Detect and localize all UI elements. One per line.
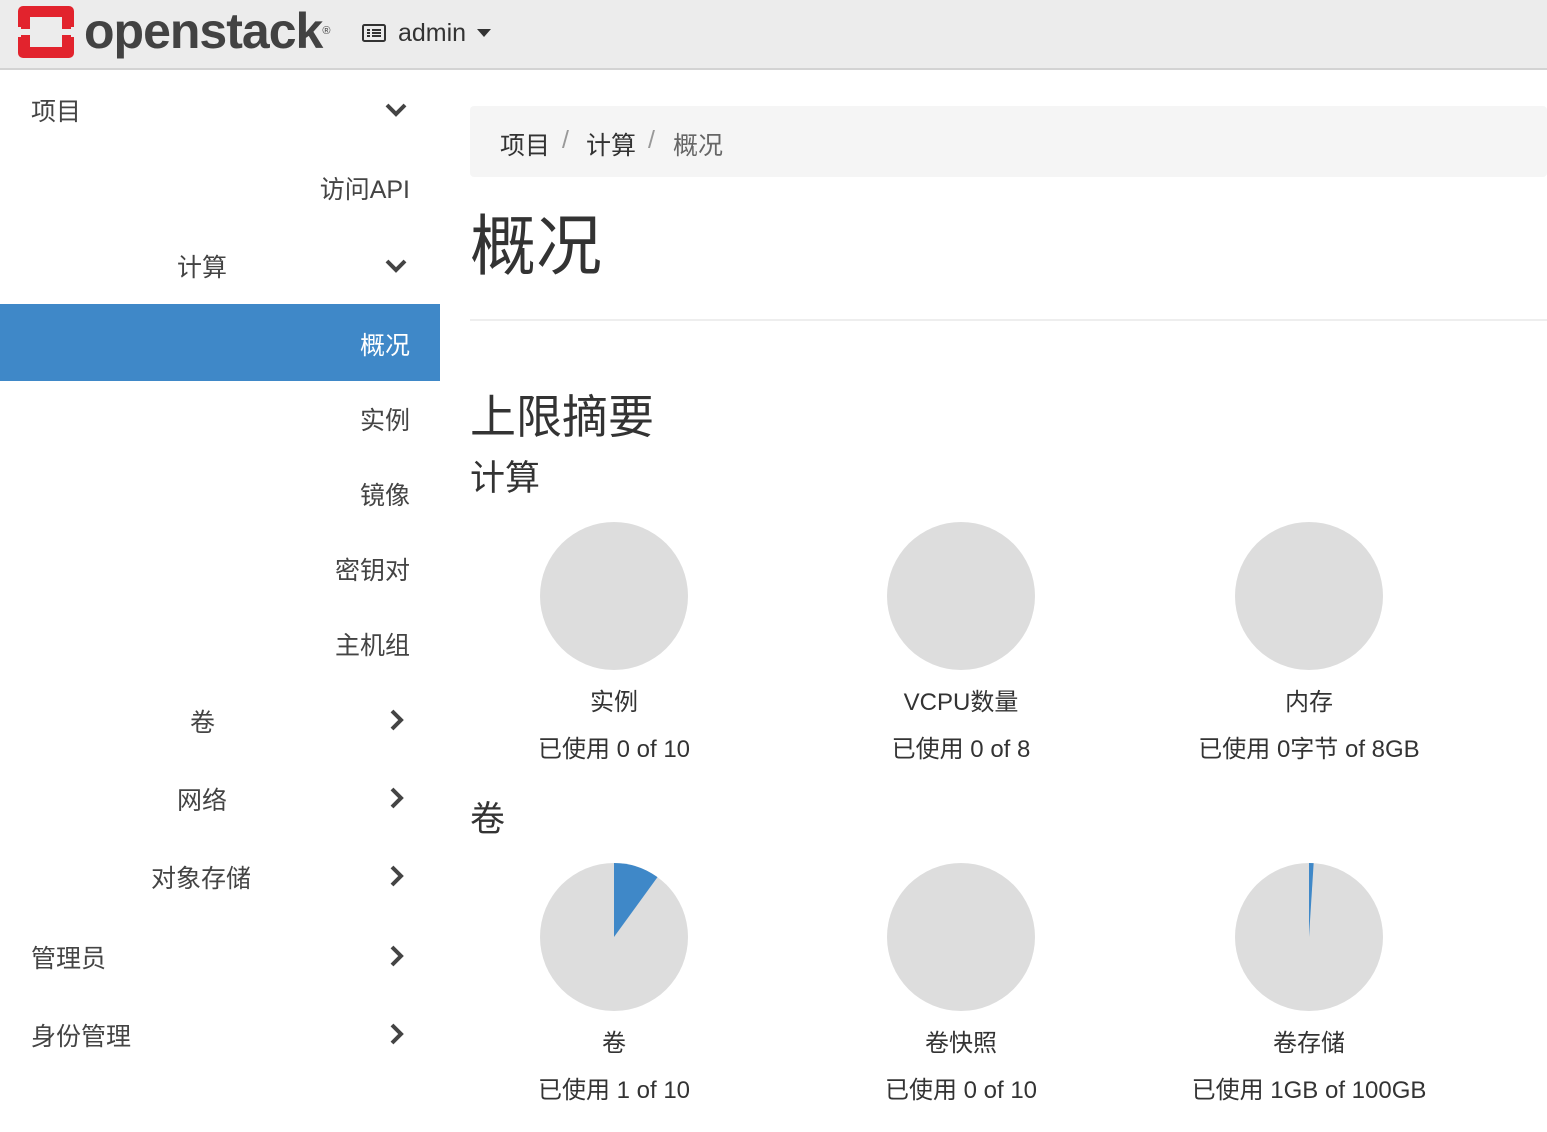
- sidebar-item-volumes[interactable]: 卷: [0, 681, 440, 759]
- pie-chart: [1235, 522, 1383, 670]
- pie-chart: [1235, 863, 1383, 1011]
- sidebar-item-label: 网络: [177, 787, 228, 815]
- sidebar-item-label: 管理员: [31, 945, 107, 973]
- sidebar-item-label: 身份管理: [31, 1023, 132, 1051]
- chevron-right-icon: [390, 865, 404, 887]
- pie-chart: [887, 522, 1035, 670]
- sidebar-item-label: 对象存储: [151, 865, 252, 893]
- pie-chart-usage: 已使用 1GB of 100GB: [1191, 1077, 1427, 1104]
- sidebar-item-object-store[interactable]: 对象存储: [0, 837, 440, 915]
- sidebar-item-network[interactable]: 网络: [0, 759, 440, 837]
- pie-chart: [540, 863, 688, 1011]
- volume-section-heading: 卷: [470, 800, 506, 839]
- pie-chart-instances: 实例 已使用 0 of 10: [484, 522, 744, 766]
- pie-remaining-slice: [540, 522, 688, 670]
- sidebar-item-label: 概况: [359, 332, 410, 360]
- sidebar-item-label: 卷: [190, 709, 216, 737]
- pie-chart-vcpus: VCPU数量 已使用 0 of 8: [831, 522, 1091, 766]
- pie-chart-volumes: 卷 已使用 1 of 10: [484, 863, 744, 1107]
- sidebar-item-server-groups[interactable]: 主机组: [0, 606, 440, 681]
- breadcrumb-item-overview: 概况: [673, 132, 724, 160]
- sidebar-item-instances[interactable]: 实例: [0, 381, 440, 456]
- pie-chart-usage: 已使用 0字节 of 8GB: [1198, 736, 1420, 763]
- chevron-right-icon: [390, 945, 404, 967]
- chevron-down-icon: [385, 103, 407, 117]
- pie-chart-usage: 已使用 0 of 10: [537, 736, 691, 763]
- breadcrumb-separator: /: [562, 126, 569, 154]
- breadcrumb-separator: /: [648, 126, 655, 154]
- breadcrumb-item-compute[interactable]: 计算: [586, 126, 636, 162]
- pie-chart-volume-snapshots: 卷快照 已使用 0 of 10: [831, 863, 1091, 1107]
- caret-down-icon: [477, 28, 492, 37]
- pie-chart-title: 实例: [590, 689, 638, 716]
- compute-section-heading: 计算: [470, 459, 541, 498]
- pie-chart: [540, 522, 688, 670]
- pie-chart-usage: 已使用 0 of 8: [891, 736, 1031, 763]
- pie-chart-usage: 已使用 1 of 10: [537, 1077, 691, 1104]
- pie-chart-title: 卷存储: [1273, 1030, 1345, 1057]
- project-list-icon: [362, 24, 386, 42]
- pie-chart-title: 内存: [1285, 689, 1333, 716]
- pie-chart-ram: 内存 已使用 0字节 of 8GB: [1179, 522, 1439, 766]
- pie-remaining-slice: [887, 863, 1035, 1011]
- pie-chart: [887, 863, 1035, 1011]
- sidebar-item-key-pairs[interactable]: 密钥对: [0, 531, 440, 606]
- pie-chart-volume-storage: 卷存储 已使用 1GB of 100GB: [1179, 863, 1439, 1107]
- openstack-logo-icon[interactable]: [18, 6, 74, 58]
- sidebar-item-images[interactable]: 镜像: [0, 456, 440, 531]
- project-name: admin: [398, 18, 467, 47]
- sidebar-item-overview[interactable]: 概况: [0, 304, 440, 381]
- sidebar-item-label: 访问API: [319, 176, 410, 204]
- sidebar-nav: 项目 访问API 计算 概况 实例 镜像 密钥对 主机组 卷 网络 对象存储 管…: [0, 70, 440, 1132]
- limit-summary-heading: 上限摘要: [470, 391, 654, 443]
- sidebar-item-label: 计算: [177, 254, 228, 282]
- breadcrumb-item-project[interactable]: 项目: [500, 126, 550, 162]
- chevron-right-icon: [390, 787, 404, 809]
- sidebar-item-label: 主机组: [334, 632, 410, 660]
- sidebar-item-identity[interactable]: 身份管理: [0, 993, 440, 1071]
- pie-chart-title: 卷: [602, 1030, 626, 1057]
- title-divider: [470, 319, 1547, 321]
- pie-remaining-slice: [1235, 522, 1383, 670]
- sidebar-item-compute[interactable]: 计算: [0, 226, 440, 304]
- sidebar-item-admin[interactable]: 管理员: [0, 915, 440, 993]
- breadcrumb: 项目 / 计算 / 概况: [470, 106, 1547, 177]
- sidebar-item-project[interactable]: 项目: [0, 70, 440, 148]
- sidebar-item-label: 项目: [31, 98, 82, 126]
- chevron-right-icon: [390, 1023, 404, 1045]
- pie-remaining-slice: [887, 522, 1035, 670]
- sidebar-item-label: 密钥对: [334, 557, 410, 585]
- top-navbar: openstack® admin: [0, 0, 1547, 70]
- chevron-right-icon: [390, 709, 404, 731]
- sidebar-item-label: 镜像: [359, 482, 410, 510]
- pie-chart-title: 卷快照: [925, 1030, 997, 1057]
- pie-chart-usage: 已使用 0 of 10: [884, 1077, 1038, 1104]
- project-switcher-dropdown[interactable]: admin: [362, 16, 492, 50]
- chevron-down-icon: [385, 259, 407, 273]
- sidebar-item-label: 实例: [359, 407, 410, 435]
- pie-chart-title: VCPU数量: [903, 689, 1019, 716]
- page-title: 概况: [470, 209, 602, 283]
- sidebar-item-access-api[interactable]: 访问API: [0, 148, 440, 226]
- logo-wordmark[interactable]: openstack®: [84, 2, 330, 60]
